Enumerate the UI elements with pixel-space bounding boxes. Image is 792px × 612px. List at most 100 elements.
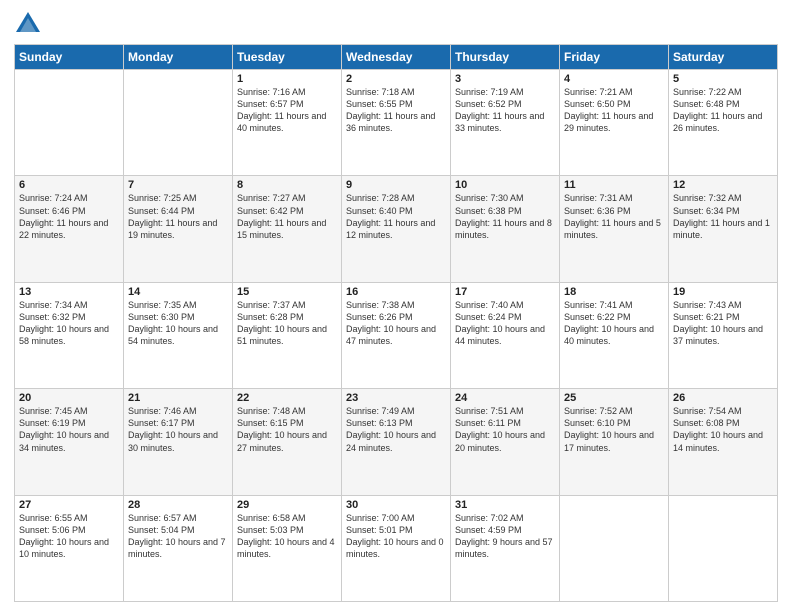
dow-header-thursday: Thursday — [451, 45, 560, 70]
day-info: Sunrise: 7:31 AM Sunset: 6:36 PM Dayligh… — [564, 192, 664, 241]
calendar-cell: 31Sunrise: 7:02 AM Sunset: 4:59 PM Dayli… — [451, 495, 560, 601]
calendar-cell: 4Sunrise: 7:21 AM Sunset: 6:50 PM Daylig… — [560, 70, 669, 176]
calendar-cell: 28Sunrise: 6:57 AM Sunset: 5:04 PM Dayli… — [124, 495, 233, 601]
day-info: Sunrise: 7:54 AM Sunset: 6:08 PM Dayligh… — [673, 405, 773, 454]
day-info: Sunrise: 7:32 AM Sunset: 6:34 PM Dayligh… — [673, 192, 773, 241]
day-number: 23 — [346, 392, 446, 404]
calendar-cell: 25Sunrise: 7:52 AM Sunset: 6:10 PM Dayli… — [560, 389, 669, 495]
calendar-cell — [15, 70, 124, 176]
calendar-cell: 14Sunrise: 7:35 AM Sunset: 6:30 PM Dayli… — [124, 282, 233, 388]
calendar-cell: 7Sunrise: 7:25 AM Sunset: 6:44 PM Daylig… — [124, 176, 233, 282]
day-info: Sunrise: 7:25 AM Sunset: 6:44 PM Dayligh… — [128, 192, 228, 241]
calendar-cell — [669, 495, 778, 601]
calendar-cell: 18Sunrise: 7:41 AM Sunset: 6:22 PM Dayli… — [560, 282, 669, 388]
day-number: 2 — [346, 73, 446, 85]
calendar-week-2: 6Sunrise: 7:24 AM Sunset: 6:46 PM Daylig… — [15, 176, 778, 282]
day-info: Sunrise: 7:49 AM Sunset: 6:13 PM Dayligh… — [346, 405, 446, 454]
day-info: Sunrise: 7:52 AM Sunset: 6:10 PM Dayligh… — [564, 405, 664, 454]
day-info: Sunrise: 7:51 AM Sunset: 6:11 PM Dayligh… — [455, 405, 555, 454]
day-number: 8 — [237, 179, 337, 191]
dow-header-wednesday: Wednesday — [342, 45, 451, 70]
day-number: 17 — [455, 286, 555, 298]
day-info: Sunrise: 7:18 AM Sunset: 6:55 PM Dayligh… — [346, 86, 446, 135]
dow-header-monday: Monday — [124, 45, 233, 70]
calendar-table: SundayMondayTuesdayWednesdayThursdayFrid… — [14, 44, 778, 602]
calendar-cell: 10Sunrise: 7:30 AM Sunset: 6:38 PM Dayli… — [451, 176, 560, 282]
calendar-cell — [124, 70, 233, 176]
day-number: 3 — [455, 73, 555, 85]
day-number: 18 — [564, 286, 664, 298]
calendar-cell: 21Sunrise: 7:46 AM Sunset: 6:17 PM Dayli… — [124, 389, 233, 495]
calendar-week-3: 13Sunrise: 7:34 AM Sunset: 6:32 PM Dayli… — [15, 282, 778, 388]
day-info: Sunrise: 7:30 AM Sunset: 6:38 PM Dayligh… — [455, 192, 555, 241]
day-info: Sunrise: 7:21 AM Sunset: 6:50 PM Dayligh… — [564, 86, 664, 135]
day-number: 5 — [673, 73, 773, 85]
day-number: 30 — [346, 499, 446, 511]
dow-header-tuesday: Tuesday — [233, 45, 342, 70]
day-info: Sunrise: 7:27 AM Sunset: 6:42 PM Dayligh… — [237, 192, 337, 241]
calendar-cell: 23Sunrise: 7:49 AM Sunset: 6:13 PM Dayli… — [342, 389, 451, 495]
day-info: Sunrise: 7:19 AM Sunset: 6:52 PM Dayligh… — [455, 86, 555, 135]
day-number: 9 — [346, 179, 446, 191]
calendar-cell: 11Sunrise: 7:31 AM Sunset: 6:36 PM Dayli… — [560, 176, 669, 282]
day-number: 12 — [673, 179, 773, 191]
calendar-cell: 3Sunrise: 7:19 AM Sunset: 6:52 PM Daylig… — [451, 70, 560, 176]
day-info: Sunrise: 7:34 AM Sunset: 6:32 PM Dayligh… — [19, 299, 119, 348]
day-number: 24 — [455, 392, 555, 404]
calendar-cell: 19Sunrise: 7:43 AM Sunset: 6:21 PM Dayli… — [669, 282, 778, 388]
day-info: Sunrise: 7:22 AM Sunset: 6:48 PM Dayligh… — [673, 86, 773, 135]
calendar-cell: 22Sunrise: 7:48 AM Sunset: 6:15 PM Dayli… — [233, 389, 342, 495]
calendar-cell: 6Sunrise: 7:24 AM Sunset: 6:46 PM Daylig… — [15, 176, 124, 282]
day-number: 10 — [455, 179, 555, 191]
logo — [14, 10, 46, 38]
day-number: 16 — [346, 286, 446, 298]
calendar-cell: 5Sunrise: 7:22 AM Sunset: 6:48 PM Daylig… — [669, 70, 778, 176]
dow-header-sunday: Sunday — [15, 45, 124, 70]
day-number: 21 — [128, 392, 228, 404]
dow-header-friday: Friday — [560, 45, 669, 70]
page-header — [14, 10, 778, 38]
day-number: 11 — [564, 179, 664, 191]
day-number: 6 — [19, 179, 119, 191]
day-number: 20 — [19, 392, 119, 404]
day-info: Sunrise: 7:45 AM Sunset: 6:19 PM Dayligh… — [19, 405, 119, 454]
calendar-cell: 13Sunrise: 7:34 AM Sunset: 6:32 PM Dayli… — [15, 282, 124, 388]
day-info: Sunrise: 6:55 AM Sunset: 5:06 PM Dayligh… — [19, 512, 119, 561]
day-info: Sunrise: 6:57 AM Sunset: 5:04 PM Dayligh… — [128, 512, 228, 561]
day-info: Sunrise: 7:35 AM Sunset: 6:30 PM Dayligh… — [128, 299, 228, 348]
calendar-cell: 9Sunrise: 7:28 AM Sunset: 6:40 PM Daylig… — [342, 176, 451, 282]
day-number: 14 — [128, 286, 228, 298]
day-info: Sunrise: 6:58 AM Sunset: 5:03 PM Dayligh… — [237, 512, 337, 561]
day-number: 29 — [237, 499, 337, 511]
day-number: 27 — [19, 499, 119, 511]
day-number: 22 — [237, 392, 337, 404]
day-number: 1 — [237, 73, 337, 85]
dow-header-saturday: Saturday — [669, 45, 778, 70]
calendar-week-5: 27Sunrise: 6:55 AM Sunset: 5:06 PM Dayli… — [15, 495, 778, 601]
calendar-cell: 2Sunrise: 7:18 AM Sunset: 6:55 PM Daylig… — [342, 70, 451, 176]
calendar-body: 1Sunrise: 7:16 AM Sunset: 6:57 PM Daylig… — [15, 70, 778, 602]
calendar-cell: 15Sunrise: 7:37 AM Sunset: 6:28 PM Dayli… — [233, 282, 342, 388]
days-of-week-row: SundayMondayTuesdayWednesdayThursdayFrid… — [15, 45, 778, 70]
day-number: 7 — [128, 179, 228, 191]
day-info: Sunrise: 7:24 AM Sunset: 6:46 PM Dayligh… — [19, 192, 119, 241]
calendar-week-1: 1Sunrise: 7:16 AM Sunset: 6:57 PM Daylig… — [15, 70, 778, 176]
calendar-cell: 8Sunrise: 7:27 AM Sunset: 6:42 PM Daylig… — [233, 176, 342, 282]
day-number: 28 — [128, 499, 228, 511]
day-number: 31 — [455, 499, 555, 511]
calendar-week-4: 20Sunrise: 7:45 AM Sunset: 6:19 PM Dayli… — [15, 389, 778, 495]
day-info: Sunrise: 7:48 AM Sunset: 6:15 PM Dayligh… — [237, 405, 337, 454]
day-info: Sunrise: 7:02 AM Sunset: 4:59 PM Dayligh… — [455, 512, 555, 561]
calendar-cell: 17Sunrise: 7:40 AM Sunset: 6:24 PM Dayli… — [451, 282, 560, 388]
logo-icon — [14, 10, 42, 38]
day-number: 4 — [564, 73, 664, 85]
day-info: Sunrise: 7:38 AM Sunset: 6:26 PM Dayligh… — [346, 299, 446, 348]
day-info: Sunrise: 7:41 AM Sunset: 6:22 PM Dayligh… — [564, 299, 664, 348]
calendar-cell: 27Sunrise: 6:55 AM Sunset: 5:06 PM Dayli… — [15, 495, 124, 601]
calendar-cell: 20Sunrise: 7:45 AM Sunset: 6:19 PM Dayli… — [15, 389, 124, 495]
calendar-cell: 1Sunrise: 7:16 AM Sunset: 6:57 PM Daylig… — [233, 70, 342, 176]
day-number: 13 — [19, 286, 119, 298]
calendar-cell: 16Sunrise: 7:38 AM Sunset: 6:26 PM Dayli… — [342, 282, 451, 388]
calendar-cell: 24Sunrise: 7:51 AM Sunset: 6:11 PM Dayli… — [451, 389, 560, 495]
day-info: Sunrise: 7:37 AM Sunset: 6:28 PM Dayligh… — [237, 299, 337, 348]
